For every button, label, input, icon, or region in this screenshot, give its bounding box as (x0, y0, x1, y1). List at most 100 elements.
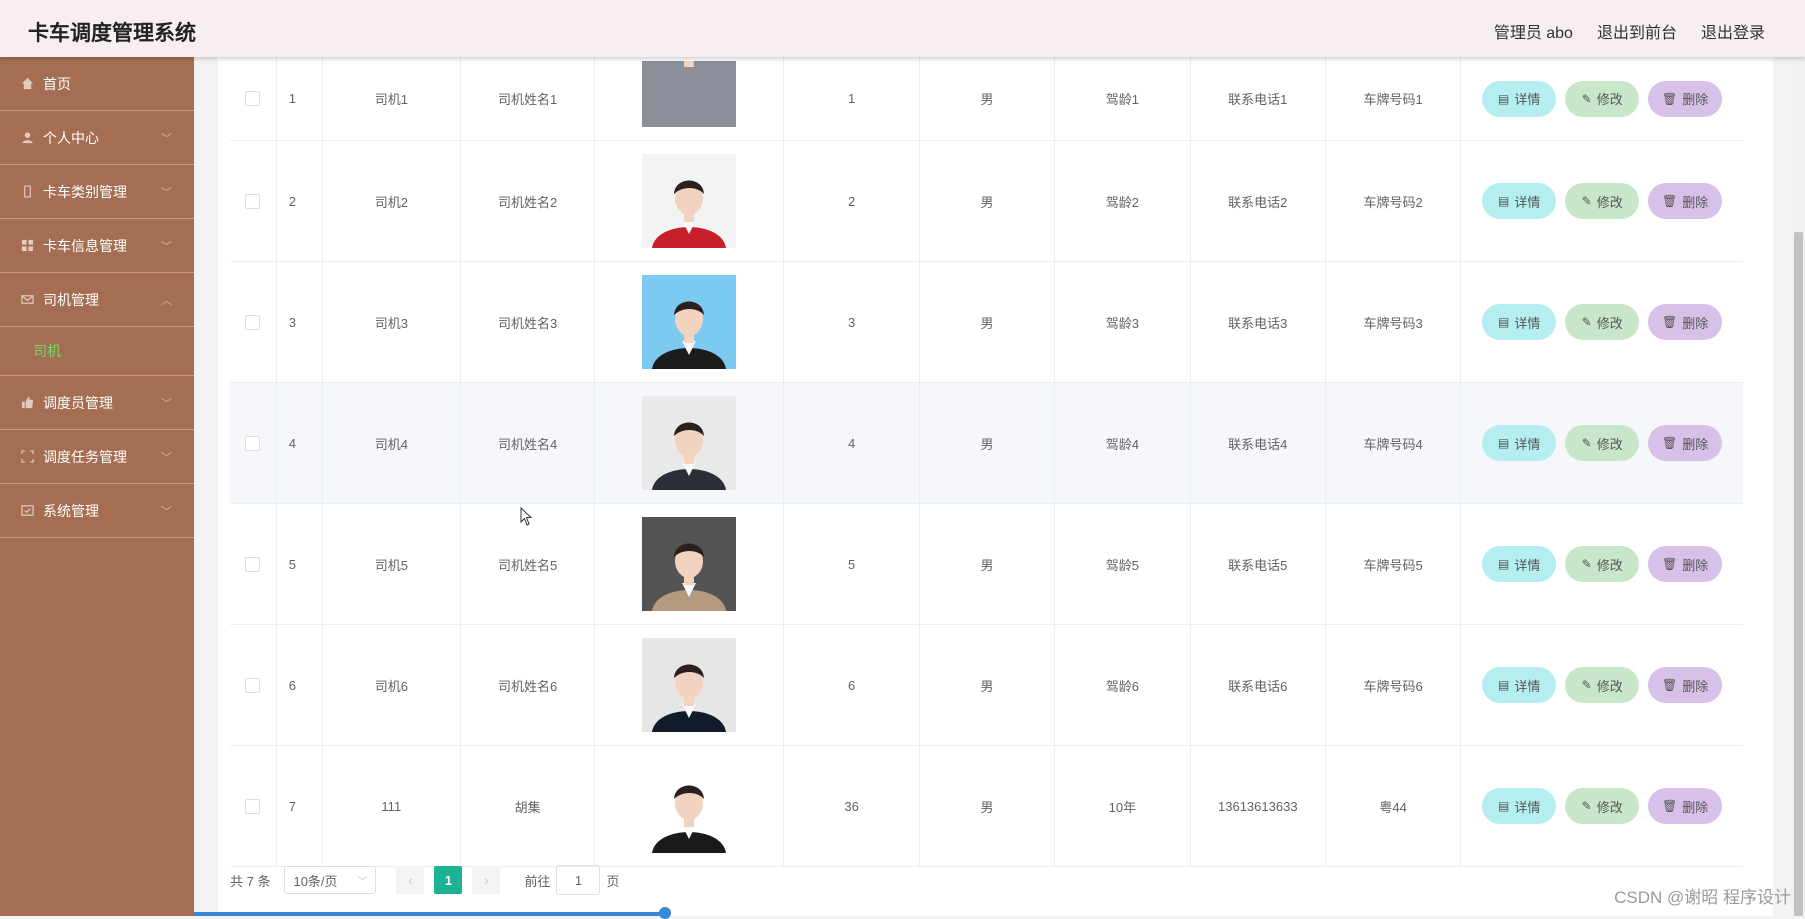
document-icon: ▤ (1497, 557, 1510, 571)
driver-sex: 男 (920, 383, 1056, 503)
pencil-icon: ✎ (1581, 315, 1592, 329)
row-checkbox[interactable] (245, 798, 261, 814)
edit-button[interactable]: ✎ 修改 (1565, 304, 1640, 340)
plate-number: 车牌号码5 (1326, 504, 1462, 624)
detail-button[interactable]: ▤ 详情 (1482, 667, 1557, 703)
page-number-current[interactable]: 1 (434, 866, 463, 894)
sidebar-item-home[interactable]: 首页 (0, 57, 194, 111)
driver-age: 2 (784, 141, 920, 261)
next-page-button[interactable]: › (472, 866, 501, 894)
plate-number: 车牌号码4 (1326, 383, 1462, 503)
detail-button[interactable]: ▤ 详情 (1482, 304, 1557, 340)
chevron-down-icon: ﹀ (161, 240, 172, 253)
row-checkbox[interactable] (245, 435, 261, 451)
document-icon: ▤ (1497, 799, 1510, 813)
edit-label: 修改 (1596, 194, 1623, 210)
delete-button[interactable]: 🗑 删除 (1648, 788, 1723, 824)
delete-label: 删除 (1682, 678, 1709, 694)
driver-photo-cell (595, 625, 785, 745)
document-icon: ▤ (1497, 678, 1510, 692)
row-checkbox[interactable] (245, 91, 261, 106)
pagination-total: 共 7 条 (230, 873, 271, 889)
driver-table: 1 司机1 司机姓名1 1 男驾龄1 联系电话1 车牌号码1 ▤ 详情 ✎ 修改 🗑 删除 2 司机2 司机姓… (230, 57, 1743, 867)
trash-icon: 🗑 (1662, 678, 1678, 692)
driver-phone: 13613613633 (1191, 746, 1326, 866)
goto-page-input[interactable]: 1 (556, 865, 601, 895)
prev-page-button[interactable]: ‹ (396, 866, 425, 894)
row-checkbox[interactable] (245, 556, 261, 572)
driver-photo (642, 396, 737, 490)
detail-label: 详情 (1514, 678, 1541, 694)
row-checkbox[interactable] (245, 677, 261, 693)
driver-age: 36 (784, 746, 920, 866)
sidebar-item-label: 首页 (43, 75, 71, 92)
document-icon: ▤ (1497, 436, 1510, 450)
row-checkbox[interactable] (245, 193, 261, 209)
edit-label: 修改 (1596, 315, 1623, 331)
edit-button[interactable]: ✎ 修改 (1565, 80, 1640, 117)
horizontal-scroll-handle[interactable] (659, 907, 671, 919)
edit-button[interactable]: ✎ 修改 (1565, 667, 1640, 703)
row-checkbox[interactable] (245, 314, 261, 330)
sidebar-item-profile[interactable]: 个人中心 ﹀ (0, 111, 194, 165)
sidebar-item-dispatcher[interactable]: 调度员管理 ﹀ (0, 376, 194, 430)
driver-photo-cell (595, 57, 785, 140)
sidebar-item-dispatch-task[interactable]: 调度任务管理 ﹀ (0, 430, 194, 484)
driving-years: 10年 (1055, 746, 1191, 866)
detail-label: 详情 (1514, 315, 1541, 331)
trash-icon: 🗑 (1662, 799, 1678, 813)
detail-button[interactable]: ▤ 详情 (1482, 546, 1557, 582)
chevron-down-icon: ﹀ (161, 451, 172, 464)
driver-sex: 男 (920, 504, 1056, 624)
delete-button[interactable]: 🗑 删除 (1648, 425, 1723, 461)
driver-age: 3 (784, 262, 920, 382)
edit-label: 修改 (1596, 678, 1623, 694)
detail-button[interactable]: ▤ 详情 (1482, 788, 1557, 824)
goto-suffix: 页 (606, 873, 620, 889)
driver-phone: 联系电话2 (1191, 141, 1326, 261)
sidebar-item-truck-info[interactable]: 卡车信息管理 ﹀ (0, 219, 194, 273)
detail-button[interactable]: ▤ 详情 (1482, 80, 1557, 117)
scrollbar-thumb[interactable] (1794, 232, 1803, 916)
edit-button[interactable]: ✎ 修改 (1565, 546, 1640, 582)
detail-label: 详情 (1514, 557, 1541, 573)
row-actions: ▤ 详情 ✎ 修改 🗑 删除 (1461, 262, 1743, 382)
page-size-select[interactable]: 10条/页 ﹀ (284, 866, 377, 894)
delete-button[interactable]: 🗑 删除 (1648, 80, 1723, 117)
chevron-down-icon: ﹀ (161, 186, 172, 199)
watermark: CSDN @谢昭 程序设计 (1614, 888, 1791, 907)
pencil-icon: ✎ (1581, 436, 1592, 450)
driver-phone: 联系电话3 (1191, 262, 1326, 382)
edit-button[interactable]: ✎ 修改 (1565, 788, 1640, 824)
vertical-scrollbar[interactable] (1792, 57, 1805, 916)
row-actions: ▤ 详情 ✎ 修改 🗑 删除 (1461, 625, 1743, 745)
edit-button[interactable]: ✎ 修改 (1565, 425, 1640, 461)
driver-age: 6 (784, 625, 920, 745)
sidebar-subitem-driver[interactable]: 司机 (0, 327, 194, 376)
logout-link[interactable]: 退出登录 (1701, 19, 1765, 43)
detail-button[interactable]: ▤ 详情 (1482, 183, 1557, 219)
detail-button[interactable]: ▤ 详情 (1482, 425, 1557, 461)
driver-photo (642, 60, 737, 127)
driver-name: 司机姓名6 (461, 625, 596, 745)
delete-button[interactable]: 🗑 删除 (1648, 546, 1723, 582)
row-checkbox-cell (230, 625, 277, 745)
delete-label: 删除 (1682, 315, 1709, 331)
edit-button[interactable]: ✎ 修改 (1565, 183, 1640, 219)
driver-photo-cell (595, 504, 785, 624)
document-icon: ▤ (1497, 194, 1510, 208)
page-size-value: 10条/页 (293, 873, 338, 889)
delete-button[interactable]: 🗑 删除 (1648, 304, 1723, 340)
pencil-icon: ✎ (1581, 194, 1592, 208)
sidebar-item-label: 司机管理 (43, 291, 99, 308)
sidebar-item-system[interactable]: 系统管理 ﹀ (0, 484, 194, 538)
exit-to-front-link[interactable]: 退出到前台 (1597, 19, 1677, 43)
plate-number: 车牌号码3 (1326, 262, 1462, 382)
driver-account: 司机2 (323, 141, 461, 261)
sidebar-item-driver-management[interactable]: 司机管理 ︿ (0, 273, 194, 327)
admin-label: 管理员 abo (1493, 25, 1573, 42)
driver-photo (642, 759, 737, 853)
delete-button[interactable]: 🗑 删除 (1648, 183, 1723, 219)
delete-button[interactable]: 🗑 删除 (1648, 667, 1723, 703)
sidebar-item-truck-category[interactable]: 卡车类别管理 ﹀ (0, 165, 194, 219)
